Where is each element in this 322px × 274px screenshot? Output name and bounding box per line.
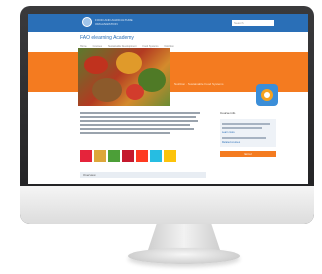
sdg-tile[interactable]: [94, 150, 106, 162]
hero-caption: Nutrition · Sustainable Food Systems: [174, 82, 224, 86]
vegetable-shape: [84, 56, 108, 74]
sdg-tile[interactable]: [122, 150, 134, 162]
text-line: [222, 123, 270, 125]
vegetable-shape: [92, 78, 122, 102]
vegetable-shape: [126, 84, 144, 100]
text-line: [80, 112, 200, 114]
sdg-tile[interactable]: [164, 150, 176, 162]
text-line: [80, 124, 190, 126]
sidebar-link[interactable]: Learn more: [222, 131, 274, 135]
text-line: [80, 132, 170, 134]
enrol-button[interactable]: Enrol: [220, 151, 276, 157]
sidebar-heading: Course info: [220, 111, 236, 115]
text-line: [80, 128, 194, 130]
text-line: [80, 116, 196, 118]
search-input[interactable]: Search: [232, 20, 274, 26]
sidebar-link[interactable]: Related courses: [222, 141, 274, 145]
sdg-wheel-icon[interactable]: [256, 84, 278, 106]
monitor-chin: [20, 186, 314, 224]
page-title: FAO elearning Academy: [80, 35, 134, 41]
screen: FOOD AND AGRICULTURE ORGANIZATION Search…: [28, 14, 308, 184]
site-logo[interactable]: [82, 17, 92, 27]
text-line: [222, 137, 266, 139]
vegetable-shape: [116, 52, 142, 74]
text-line: [80, 120, 198, 122]
sidebar: Course info Learn more Related courses E…: [220, 110, 276, 157]
section-header[interactable]: Overview: [80, 172, 206, 178]
sdg-goal-tiles: [80, 150, 176, 162]
sdg-ring-icon: [261, 89, 273, 101]
body-text-block: [80, 112, 200, 136]
sdg-tile[interactable]: [136, 150, 148, 162]
sidebar-info-box: Learn more Related courses: [220, 119, 276, 147]
sdg-tile[interactable]: [150, 150, 162, 162]
sdg-tile[interactable]: [108, 150, 120, 162]
monitor-stand-neck: [148, 224, 220, 250]
monitor-stand-base: [128, 248, 240, 264]
site-title: FOOD AND AGRICULTURE ORGANIZATION: [95, 18, 133, 26]
hero-image-vegetables: [78, 48, 170, 106]
text-line: [222, 127, 262, 129]
site-header: FOOD AND AGRICULTURE ORGANIZATION Search: [28, 14, 308, 32]
sdg-tile[interactable]: [80, 150, 92, 162]
